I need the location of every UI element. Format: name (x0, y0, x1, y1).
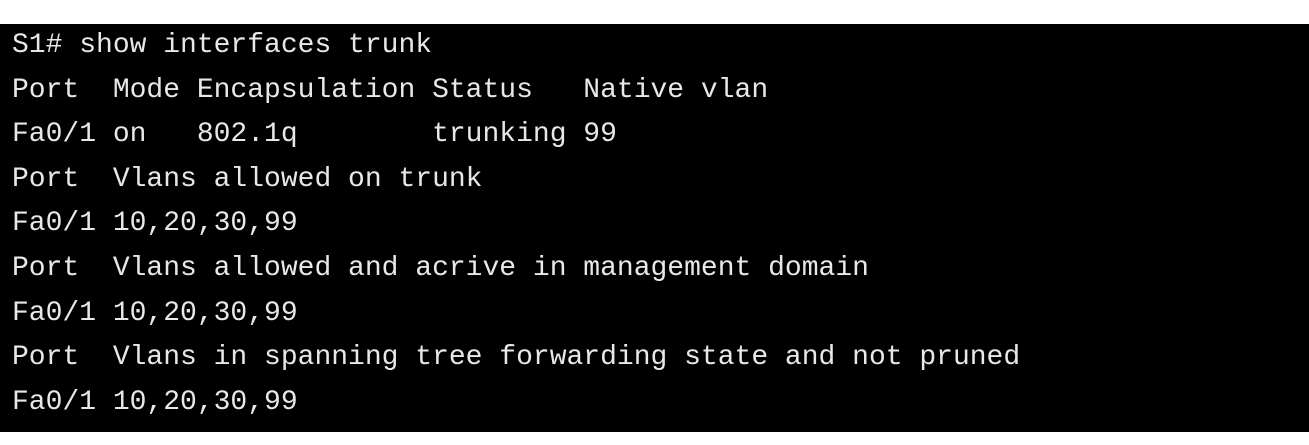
trunk-status-row: Fa0/1 on 802.1q trunking 99 (12, 119, 617, 151)
terminal-window: S1# show interfaces trunk Port Mode Enca… (0, 24, 1309, 432)
vlans-forwarding-header: Port Vlans in spanning tree forwarding s… (12, 342, 1021, 374)
trunk-status-header: Port Mode Encapsulation Status Native vl… (12, 74, 769, 106)
vlans-allowed-row: Fa0/1 10,20,30,99 (12, 208, 298, 240)
terminal-command-line: S1# show interfaces trunk (12, 30, 433, 61)
vlans-active-row: Fa0/1 10,20,30,99 (12, 297, 298, 329)
vlans-allowed-header: Port Vlans allowed on trunk (12, 163, 483, 195)
vlans-forwarding-row: Fa0/1 10,20,30,99 (12, 386, 298, 418)
vlans-active-header: Port Vlans allowed and acrive in managem… (12, 252, 869, 284)
